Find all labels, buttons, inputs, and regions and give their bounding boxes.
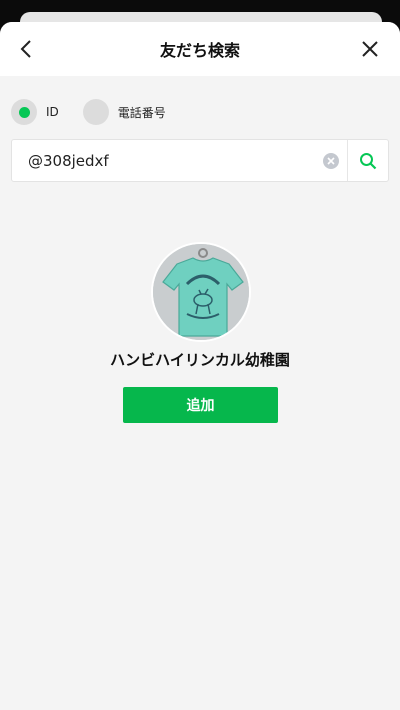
add-friend-button[interactable]: 追加 <box>123 387 278 423</box>
radio-phone[interactable] <box>82 99 109 125</box>
profile-name: ハンビハイリンカル幼稚園 <box>110 351 290 369</box>
header: 友だち検索 <box>0 22 400 76</box>
close-button[interactable] <box>356 35 384 63</box>
chevron-left-icon <box>20 40 31 58</box>
back-button[interactable] <box>12 35 40 63</box>
search-type-selector: ID 電話番号 <box>11 98 166 126</box>
search-button[interactable] <box>348 140 388 181</box>
profile-avatar <box>151 242 251 342</box>
clear-button[interactable] <box>323 152 339 169</box>
search-icon <box>360 152 377 169</box>
radio-id[interactable] <box>11 99 37 125</box>
radio-selected-dot <box>18 106 30 118</box>
close-icon <box>362 41 378 57</box>
clear-icon <box>327 156 335 165</box>
search-type-id-option[interactable]: ID <box>11 99 59 125</box>
search-input[interactable] <box>12 140 323 181</box>
friend-search-sheet: 友だち検索 ID 電話番号 @308jedxf ハンビハイリンカル幼稚園 追加 <box>0 22 400 710</box>
search-type-phone-option[interactable]: 電話番号 <box>82 99 166 125</box>
page-title: 友だち検索 <box>159 41 240 60</box>
search-box <box>11 139 389 182</box>
radio-phone-label: 電話番号 <box>117 105 166 120</box>
tshirt-keychain-image <box>153 244 249 340</box>
radio-id-label: ID <box>46 105 59 119</box>
